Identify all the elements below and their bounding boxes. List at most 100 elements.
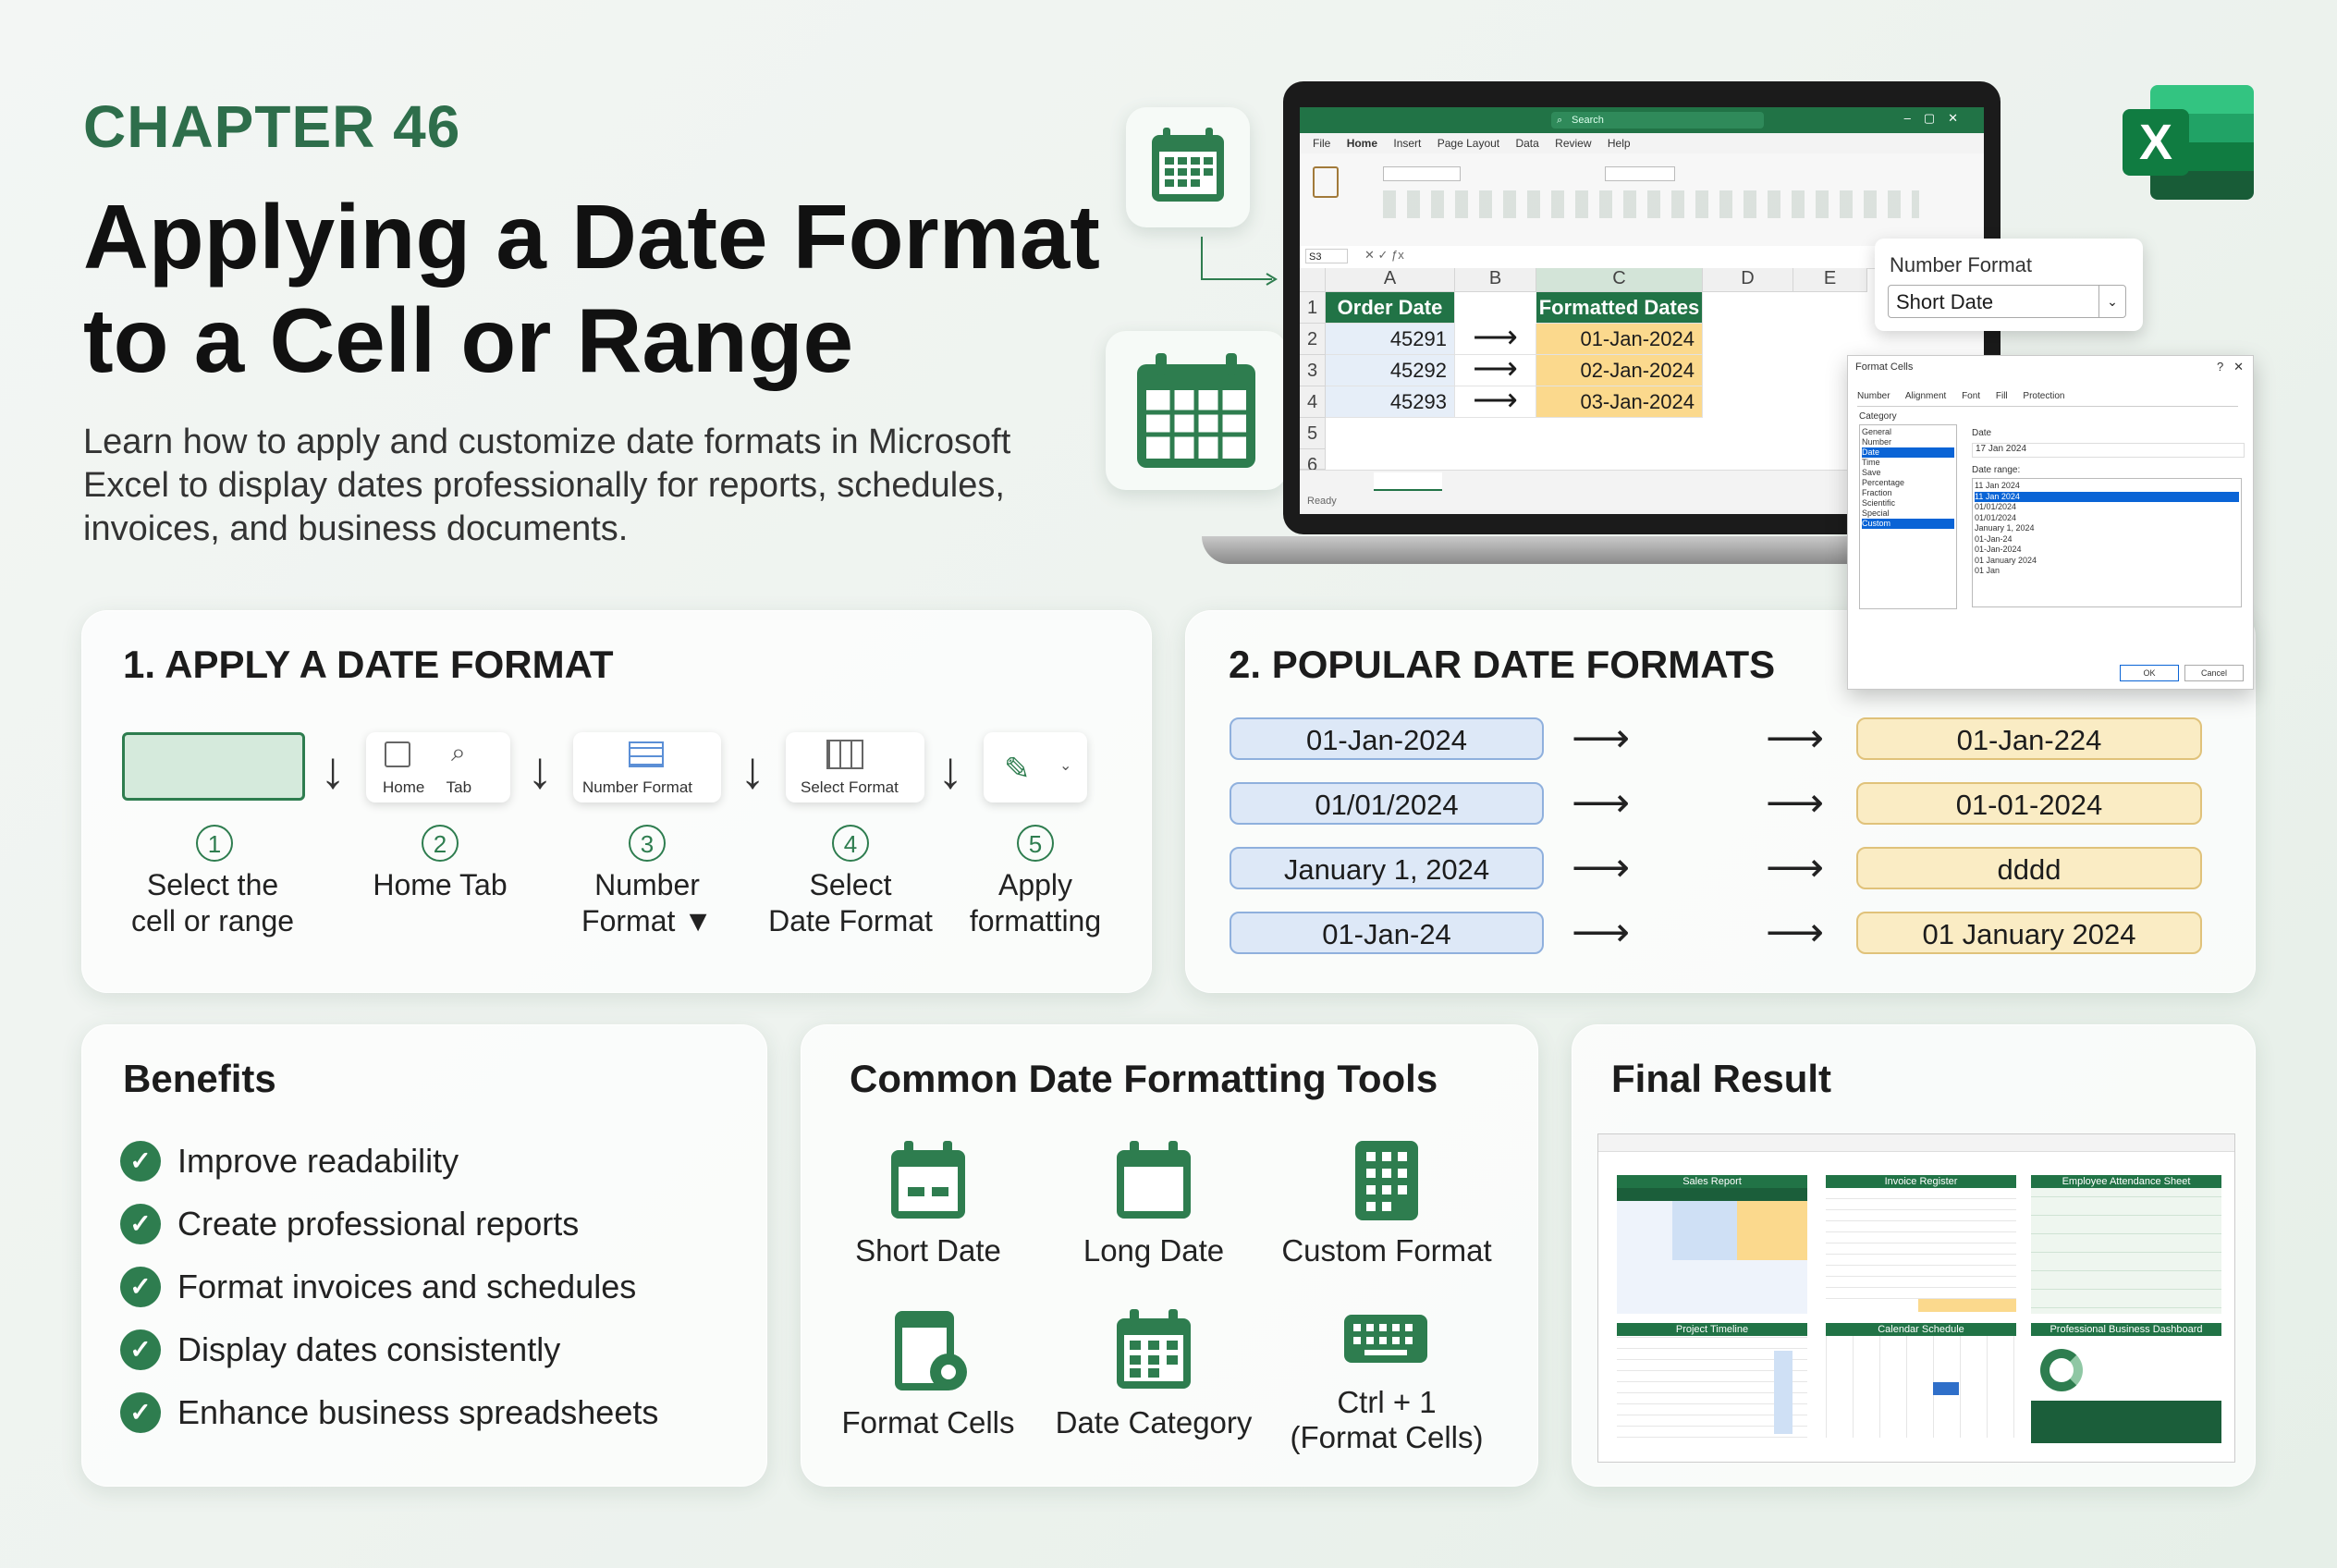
- dialog-tab-alignment[interactable]: Alignment: [1905, 391, 1946, 401]
- step-number: 3: [629, 825, 666, 862]
- number-format-box[interactable]: [1605, 166, 1675, 181]
- category-item[interactable]: Save: [1862, 468, 1954, 478]
- step-label-line: cell or range: [130, 904, 295, 937]
- category-item[interactable]: Scientific: [1862, 498, 1954, 508]
- date-format-example: January 1, 2024: [1230, 847, 1544, 889]
- row-header[interactable]: 1: [1300, 292, 1326, 324]
- cell-c2[interactable]: 01-Jan-2024: [1536, 324, 1703, 355]
- thumb-formula-bar: [1598, 1134, 2234, 1152]
- menu-help[interactable]: Help: [1608, 133, 1631, 153]
- format-cells-dialog: Format Cells ? ✕ Number Alignment Font F…: [1847, 355, 2254, 690]
- row-header[interactable]: 3: [1300, 355, 1326, 386]
- date-format-result: dddd: [1856, 847, 2202, 889]
- category-item[interactable]: Date: [1862, 447, 1954, 458]
- format-brush-icon: ✎: [1004, 752, 1031, 787]
- window-controls[interactable]: –▢✕: [1904, 111, 1971, 126]
- category-item[interactable]: Special: [1862, 508, 1954, 519]
- col-header-b[interactable]: B: [1455, 268, 1536, 292]
- search-label: Search: [1572, 115, 1604, 126]
- category-item[interactable]: General: [1862, 427, 1954, 437]
- type-list[interactable]: 11 Jan 2024 11 Jan 2024 01/01/2024 01/01…: [1972, 478, 2242, 607]
- type-item[interactable]: January 1, 2024: [1975, 523, 2239, 534]
- arrow: ⟶: [1766, 780, 1825, 826]
- type-item[interactable]: 01 Jan: [1975, 566, 2239, 577]
- home-icon: [385, 741, 410, 767]
- ribbon-buttons[interactable]: [1383, 190, 1919, 218]
- category-item[interactable]: Percentage: [1862, 478, 1954, 488]
- sheet-tab[interactable]: [1374, 472, 1442, 491]
- cell-a2[interactable]: 45291: [1326, 324, 1455, 355]
- number-format-dropdown[interactable]: Short Date ⌄: [1888, 285, 2126, 318]
- selected-range-box[interactable]: [122, 732, 305, 801]
- date-label: Date: [1972, 428, 1992, 438]
- menu-review[interactable]: Review: [1555, 133, 1591, 153]
- name-box[interactable]: S3: [1305, 249, 1348, 263]
- date-format-example: 01-Jan-24: [1230, 912, 1544, 954]
- cell-a1[interactable]: Order Date: [1326, 292, 1455, 324]
- menu-file[interactable]: File: [1313, 133, 1330, 153]
- excel-ribbon: [1300, 153, 1984, 247]
- cell-c1[interactable]: Formatted Dates: [1536, 292, 1703, 324]
- type-item[interactable]: 11 Jan 2024: [1975, 481, 2239, 492]
- row-header[interactable]: 2: [1300, 324, 1326, 355]
- menu-home[interactable]: Home: [1346, 133, 1378, 155]
- type-item[interactable]: 01-Jan-24: [1975, 534, 2239, 545]
- dialog-tab-fill[interactable]: Fill: [1996, 391, 2008, 401]
- category-item[interactable]: Time: [1862, 458, 1954, 468]
- table-icon: [826, 740, 863, 769]
- check-icon: ✓: [120, 1141, 161, 1182]
- benefit-item: Create professional reports: [177, 1205, 580, 1243]
- font-box[interactable]: [1383, 166, 1461, 181]
- type-item[interactable]: 01-Jan-2024: [1975, 545, 2239, 556]
- home-tab-button[interactable]: ⌕ Home Tab: [366, 732, 510, 802]
- type-item[interactable]: 11 Jan 2024: [1975, 491, 2239, 502]
- col-header-e[interactable]: E: [1793, 268, 1867, 292]
- row-header[interactable]: 4: [1300, 386, 1326, 418]
- menu-insert[interactable]: Insert: [1393, 133, 1421, 153]
- type-item[interactable]: 01 January 2024: [1975, 556, 2239, 567]
- ok-button[interactable]: OK: [2120, 665, 2179, 681]
- section-title: Final Result: [1611, 1057, 1832, 1100]
- dialog-tab-font[interactable]: Font: [1962, 391, 1980, 401]
- cell-a4[interactable]: 45293: [1326, 386, 1455, 418]
- apply-formatting-button[interactable]: ✎ ⌄: [984, 732, 1087, 802]
- tool-label: Ctrl + 1 (Format Cells): [1266, 1385, 1507, 1455]
- select-format-button[interactable]: Select Format: [786, 732, 924, 802]
- section-title: 2. POPULAR DATE FORMATS: [1229, 643, 1776, 686]
- dialog-close-icon[interactable]: ? ✕: [2217, 360, 2244, 374]
- col-header-a[interactable]: A: [1326, 268, 1455, 292]
- thumb-panel: Professional Business Dashboard: [2031, 1323, 2221, 1443]
- row-header[interactable]: 6: [1300, 449, 1326, 475]
- title-line-2: to a Cell or Range: [83, 289, 854, 391]
- cell-c3[interactable]: 02-Jan-2024: [1536, 355, 1703, 386]
- thumb-panel: Invoice Register: [1826, 1175, 2016, 1314]
- tool-label-line: Ctrl + 1: [1337, 1385, 1437, 1419]
- date-format-result: 01 January 2024: [1856, 912, 2202, 954]
- tool-label-line: (Format Cells): [1290, 1420, 1484, 1454]
- cancel-button[interactable]: Cancel: [2184, 665, 2244, 681]
- down-arrow: ↓: [320, 741, 346, 799]
- function-icon[interactable]: ✕ ✓ ƒx: [1364, 248, 1404, 263]
- type-item[interactable]: 01/01/2024: [1975, 502, 2239, 513]
- status-text: Ready: [1307, 496, 1337, 507]
- menu-data[interactable]: Data: [1515, 133, 1538, 153]
- category-item[interactable]: Number: [1862, 437, 1954, 447]
- cell-a3[interactable]: 45292: [1326, 355, 1455, 386]
- category-list[interactable]: General Number Date Time Save Percentage…: [1859, 424, 1957, 609]
- arrow: ⟶: [1572, 716, 1631, 761]
- category-item[interactable]: Fraction: [1862, 488, 1954, 498]
- custom-format-icon: [1355, 1141, 1418, 1220]
- col-header-c[interactable]: C: [1536, 268, 1703, 292]
- cell-c4[interactable]: 03-Jan-2024: [1536, 386, 1703, 418]
- menu-page-layout[interactable]: Page Layout: [1438, 133, 1499, 153]
- paste-icon[interactable]: [1313, 166, 1339, 198]
- col-header-d[interactable]: D: [1703, 268, 1793, 292]
- dialog-tab-protection[interactable]: Protection: [2023, 391, 2064, 401]
- dialog-tab-number[interactable]: Number: [1857, 391, 1890, 401]
- search-icon: ⌕: [1557, 115, 1563, 126]
- row-header[interactable]: 5: [1300, 418, 1326, 449]
- number-format-button[interactable]: Number Format: [573, 732, 721, 802]
- search-box[interactable]: ⌕ Search: [1551, 112, 1764, 129]
- type-item[interactable]: 01/01/2024: [1975, 513, 2239, 524]
- category-item[interactable]: Custom: [1862, 519, 1954, 529]
